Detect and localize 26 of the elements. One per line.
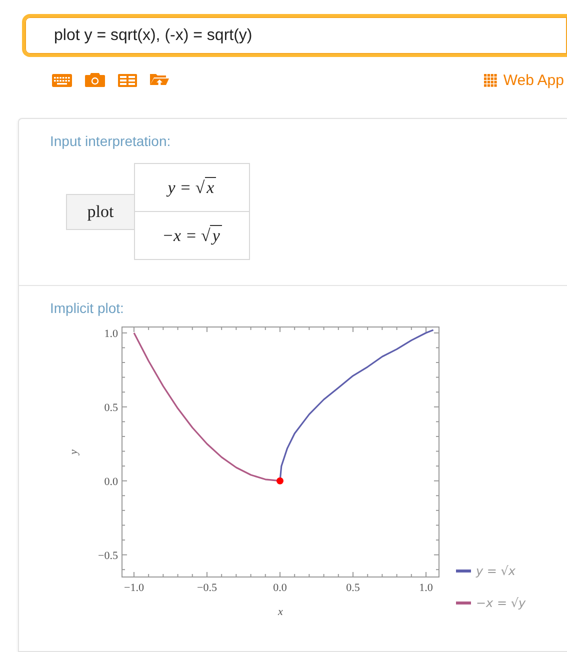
y-tick-label: 0.0 bbox=[104, 476, 118, 488]
keyboard-icon[interactable] bbox=[52, 74, 72, 86]
x-tick-label: 0.5 bbox=[346, 582, 360, 594]
x-axis-label: x bbox=[278, 606, 283, 618]
legend-label: y = √x bbox=[475, 564, 516, 578]
y-tick-label: −0.5 bbox=[98, 550, 118, 562]
grid-icon bbox=[484, 74, 498, 86]
y-axis-label: y bbox=[68, 450, 80, 454]
x-tick-label: −1.0 bbox=[124, 582, 144, 594]
legend-item: −x = √y bbox=[456, 596, 526, 610]
x-tick-label: −0.5 bbox=[197, 582, 217, 594]
x-tick-label: 1.0 bbox=[419, 582, 433, 594]
legend-label: −x = √y bbox=[476, 596, 526, 610]
table-icon[interactable] bbox=[118, 74, 137, 86]
search-field[interactable]: plot y = sqrt(x), (-x) = sqrt(y) bbox=[22, 14, 567, 57]
pod-title: Implicit plot: bbox=[50, 300, 125, 316]
camera-icon[interactable] bbox=[85, 73, 105, 87]
legend-item: y = √x bbox=[456, 564, 516, 578]
y-tick-label: 1.0 bbox=[104, 328, 118, 340]
equation: −x = √y bbox=[162, 226, 222, 246]
pod-title: Input interpretation: bbox=[50, 133, 172, 149]
folder-upload-icon[interactable] bbox=[150, 72, 169, 88]
equation: y = √x bbox=[168, 178, 216, 198]
y-tick-label: 0.5 bbox=[104, 402, 118, 414]
x-tick-label: 0.0 bbox=[273, 582, 287, 594]
operation-cell: plot bbox=[66, 194, 134, 230]
